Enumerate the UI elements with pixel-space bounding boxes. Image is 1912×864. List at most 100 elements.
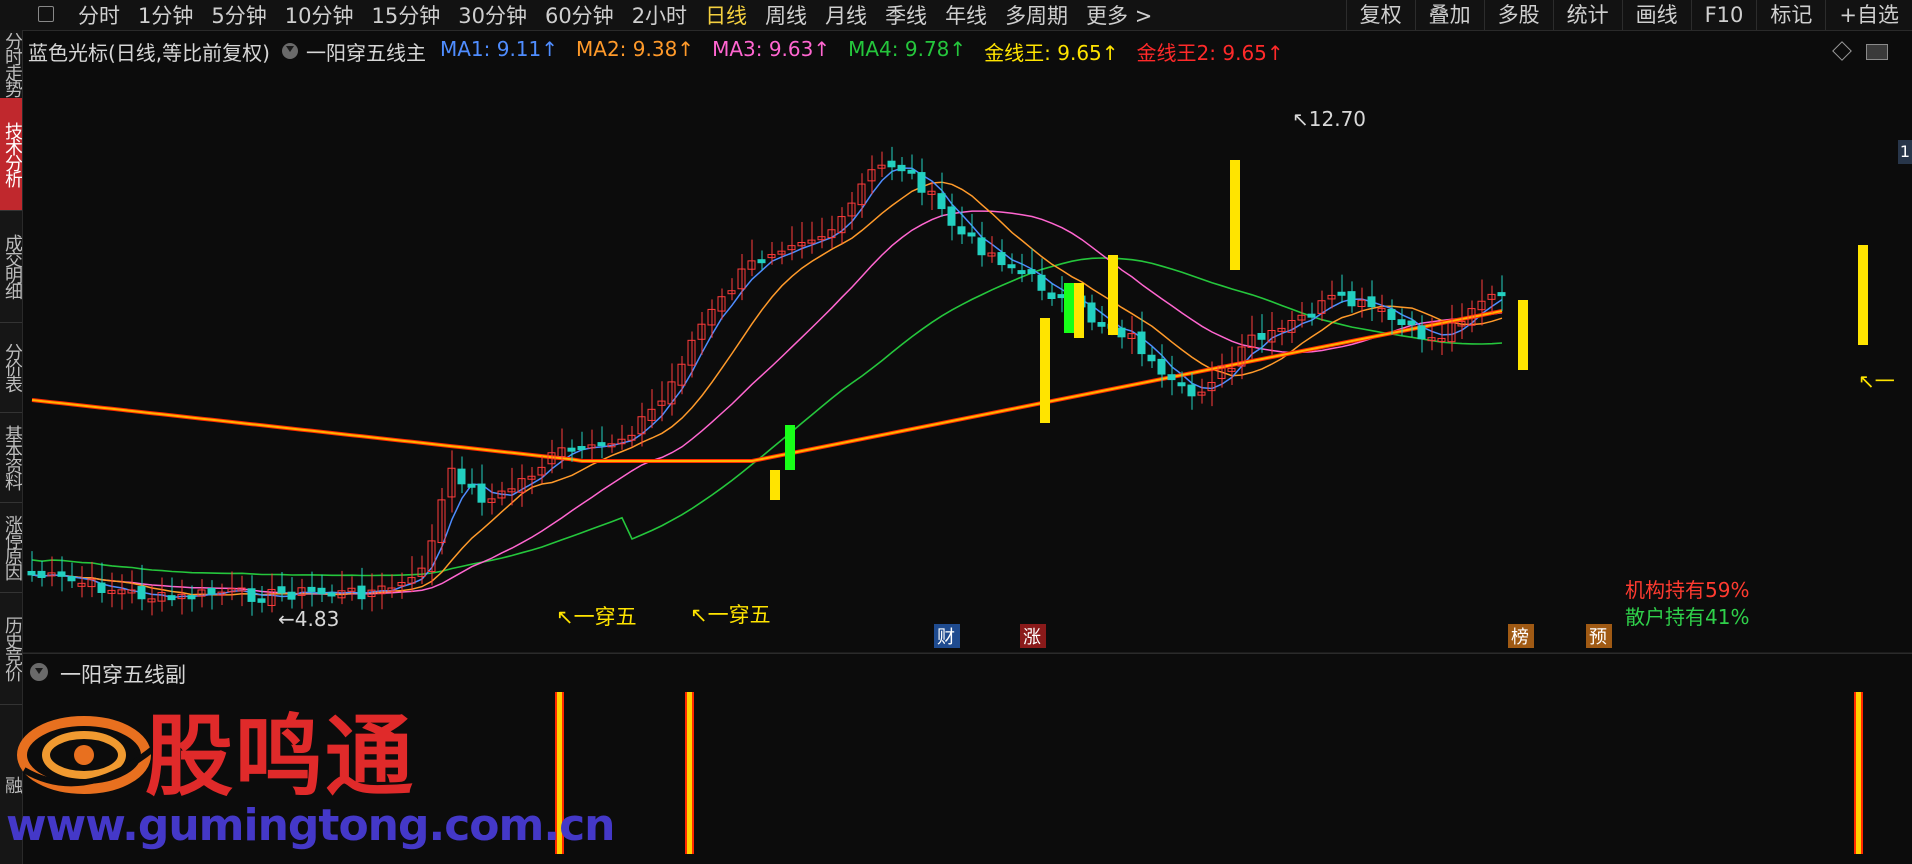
sidebar-tab[interactable]: 技术分析 [0, 98, 22, 211]
sidebar-tab[interactable]: 基本资料 [0, 412, 22, 503]
candle-body [1457, 320, 1466, 327]
candle-body [647, 408, 656, 421]
candle-body [587, 444, 596, 449]
signal-bar [1518, 300, 1528, 370]
candle-body [227, 588, 236, 593]
candle-body [937, 193, 946, 210]
candle-body [147, 598, 156, 603]
period-tab[interactable]: 10分钟 [285, 0, 354, 30]
sidebar-tab[interactable]: 历史竞价 [0, 592, 22, 705]
candle-body [507, 488, 516, 493]
candle-body [1497, 292, 1506, 297]
candle-body [257, 598, 266, 603]
candle-body [287, 591, 296, 600]
candle-body [327, 592, 336, 597]
candle-body [1387, 308, 1396, 320]
candle-body [567, 447, 576, 452]
candle-body [707, 308, 716, 326]
period-tab[interactable]: 年线 [945, 0, 987, 30]
ma2-line [31, 181, 1503, 596]
period-tab[interactable]: 15分钟 [371, 0, 440, 30]
candle-body [467, 483, 476, 488]
period-tab[interactable]: 更多 > [1086, 0, 1152, 30]
candle-body [347, 587, 356, 592]
signal-bar [1108, 255, 1118, 335]
period-tab[interactable]: 1分钟 [138, 0, 193, 30]
candle-body [307, 586, 316, 592]
period-tab[interactable]: 季线 [885, 0, 927, 30]
period-tab[interactable]: 日线 [705, 0, 747, 30]
panel-toggle-icon[interactable] [1866, 44, 1888, 60]
toolbar-button[interactable]: 复权 [1345, 0, 1415, 30]
signal-bar [1074, 283, 1084, 338]
period-tab[interactable]: 2小时 [632, 0, 687, 30]
candle-body [1187, 384, 1196, 397]
period-tab[interactable]: 60分钟 [545, 0, 614, 30]
toolbar-button[interactable]: 叠加 [1414, 0, 1484, 30]
toolbar-button[interactable]: +自选 [1825, 0, 1912, 30]
sub-panel-title[interactable]: 一阳穿五线副 [60, 659, 186, 689]
period-tab[interactable]: 分时 [78, 0, 120, 30]
candle-body [1407, 320, 1416, 326]
candle-body [1467, 308, 1476, 326]
period-tab[interactable]: 多周期 [1005, 0, 1068, 30]
candle-body [1037, 274, 1046, 291]
tool-buttons: 复权 叠加 多股 统计 画线 F10 标记 +自选 [1345, 0, 1912, 30]
candle-body [1437, 337, 1446, 342]
candle-body [847, 202, 856, 217]
ma-value-label: 金线王: 9.65↑ [984, 40, 1119, 65]
candle-body [997, 252, 1006, 266]
period-tab[interactable]: 周线 [765, 0, 807, 30]
event-tag: 涨 [1023, 627, 1041, 648]
toolbar-button[interactable]: F10 [1690, 0, 1757, 30]
toolbar-button[interactable]: 多股 [1483, 0, 1553, 30]
ma-value-label: MA4: 9.78↑ [848, 36, 967, 61]
sidebar-tab[interactable]: 分价表 [0, 322, 22, 413]
period-tab[interactable]: 5分钟 [211, 0, 266, 30]
candle-body [867, 169, 876, 182]
diamond-icon[interactable] [1832, 41, 1852, 61]
candle-body [907, 169, 916, 174]
sub-signal-bar [1856, 692, 1861, 854]
sidebar-tab[interactable]: 分时走势 [0, 30, 22, 99]
candle-body [1117, 327, 1126, 338]
candle-body [247, 588, 256, 602]
candle-body [547, 452, 556, 465]
dropdown-icon[interactable] [30, 663, 48, 681]
period-tabs: 分时 1分钟 5分钟 10分钟 15分钟 30分钟 60分钟 2小时 日线 周线 月线 季线 年线 多周期… [78, 0, 1170, 30]
candle-body [807, 239, 816, 244]
formula-name[interactable]: 一阳穿五线主 [306, 37, 426, 66]
period-tab[interactable]: 30分钟 [458, 0, 527, 30]
signal-bar-green [1064, 283, 1074, 333]
ma-value-label: 金线王2: 9.65↑ [1136, 40, 1284, 65]
candle-body [1007, 264, 1016, 269]
candle-body [1027, 269, 1036, 275]
candle-body [527, 475, 536, 480]
indicator-bar: 蓝色光标(日线,等比前复权) 一阳穿五线主 MA1: 9.11↑ MA2: 9.3… [28, 36, 1302, 66]
period-tab[interactable]: 月线 [825, 0, 867, 30]
candle-body [737, 268, 746, 290]
candle-body [267, 588, 276, 606]
high-label: ↖12.70 [1292, 107, 1366, 131]
signal-bar [1040, 318, 1050, 423]
candle-body [787, 245, 796, 251]
toolbar-button[interactable]: 标记 [1756, 0, 1825, 30]
window-menu-icon[interactable] [38, 6, 54, 22]
candle-body [167, 595, 176, 601]
sidebar-tab[interactable]: 涨停原因 [0, 502, 22, 593]
candle-body [957, 226, 966, 235]
candle-body [317, 587, 326, 595]
sub-panel-header: 一阳穿五线副 [22, 653, 1912, 688]
candle-body [27, 570, 36, 576]
candle-body [1337, 291, 1346, 296]
candle-body [837, 216, 846, 234]
candle-body [1087, 302, 1096, 323]
sidebar-tab[interactable]: 成交明细 [0, 210, 22, 323]
dropdown-icon[interactable] [281, 43, 298, 59]
candle-body [667, 381, 676, 405]
toolbar-button[interactable]: 画线 [1621, 0, 1691, 30]
ma4-line [31, 257, 1503, 577]
candle-body [1297, 314, 1306, 321]
sub-signal-bar [687, 692, 692, 854]
toolbar-button[interactable]: 统计 [1552, 0, 1622, 30]
